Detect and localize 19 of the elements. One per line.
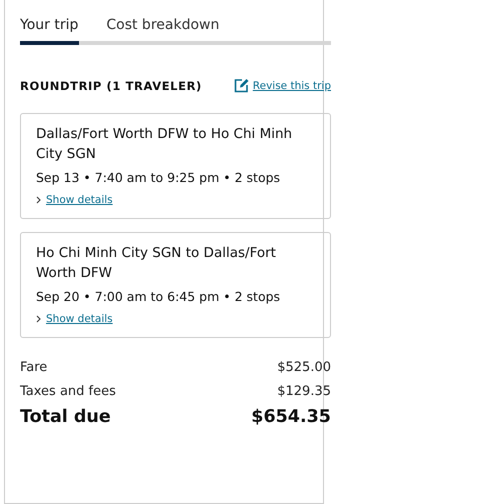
flight-summary: Sep 20 • 7:00 am to 6:45 pm • 2 stops [36, 289, 282, 304]
tab[interactable]: Cost breakdown [106, 14, 220, 36]
flight-summary: Sep 13 • 7:40 am to 9:25 pm • 2 stops [36, 170, 282, 185]
chevron-icon [36, 315, 41, 323]
show-details-link[interactable]: Show details [46, 313, 113, 325]
edit-icon [234, 78, 249, 93]
flight-route: Dallas/Fort Worth DFW to Ho Chi Minh City SGN [36, 125, 294, 164]
trip-heading: ROUNDTRIP (1 TRAVELER) [20, 78, 202, 92]
total-amount: $654.35 [251, 407, 331, 427]
tab[interactable]: Your trip [20, 14, 78, 36]
cost-label: Taxes and fees [20, 384, 116, 399]
chevron-icon [36, 196, 41, 204]
show-details-link[interactable]: Show details [46, 194, 113, 206]
cost-label: Fare [20, 360, 48, 375]
total-label: Total due [20, 407, 111, 427]
revise-link[interactable]: Revise this trip [252, 80, 331, 92]
flight-route: Ho Chi Minh City SGN to Dallas/Fort Worth DFW [36, 244, 277, 283]
cost-amount: $525.00 [277, 360, 331, 375]
cost-amount: $129.35 [277, 384, 331, 399]
